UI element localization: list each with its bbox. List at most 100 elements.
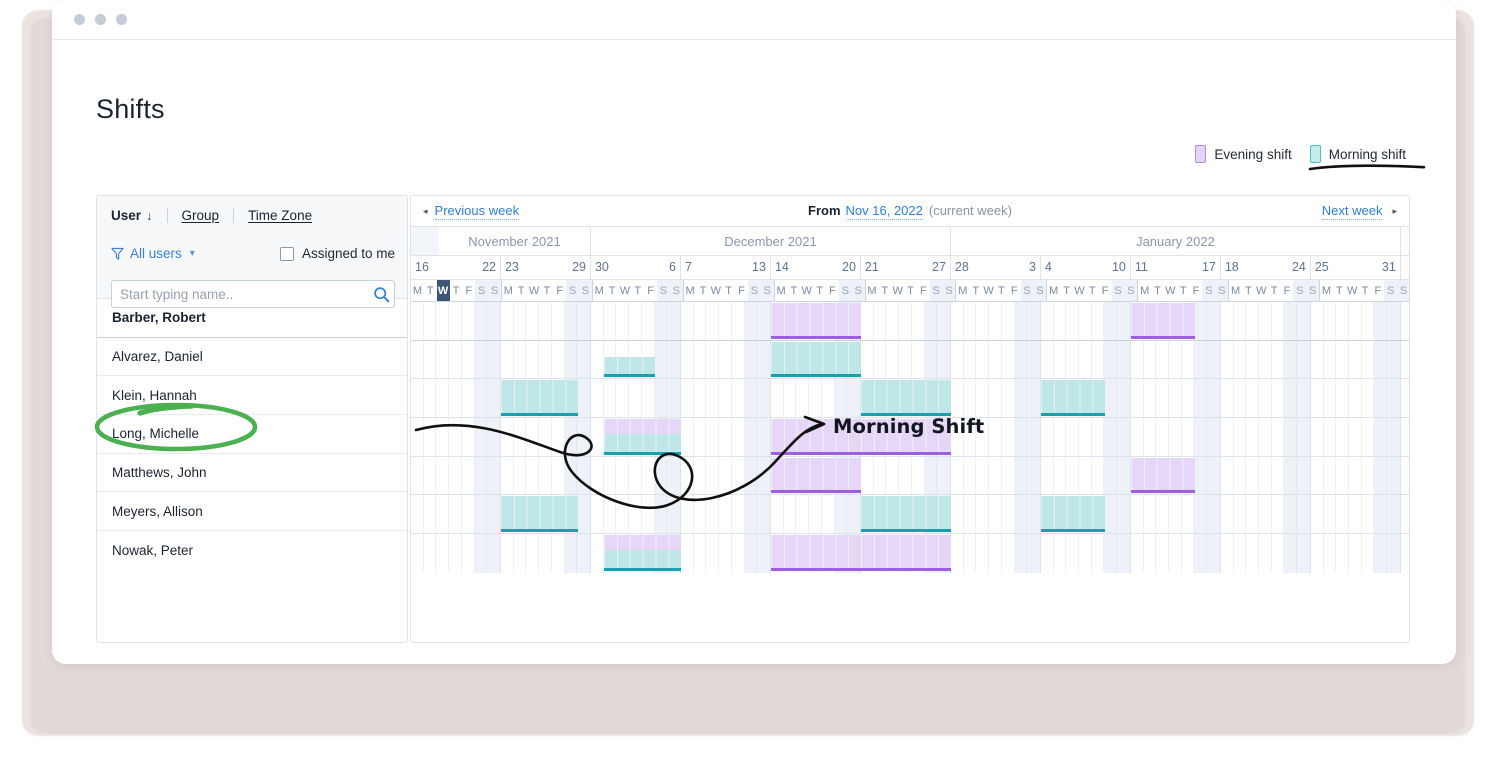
calendar-day-cell[interactable] bbox=[834, 495, 848, 534]
calendar-day-cell[interactable] bbox=[1156, 418, 1170, 456]
calendar-day-cell[interactable] bbox=[796, 495, 810, 534]
calendar-day-cell[interactable] bbox=[680, 495, 694, 534]
calendar-day-cell[interactable] bbox=[641, 379, 655, 418]
calendar-week-cell[interactable] bbox=[411, 418, 501, 456]
calendar-day-cell[interactable] bbox=[1297, 302, 1310, 340]
calendar-day-cell[interactable] bbox=[899, 302, 912, 340]
calendar-day-cell[interactable] bbox=[757, 340, 770, 379]
calendar-day-cell[interactable] bbox=[1156, 302, 1170, 340]
calendar-day-cell[interactable] bbox=[590, 495, 604, 534]
calendar-day-cell[interactable] bbox=[783, 379, 797, 418]
calendar-day-cell[interactable] bbox=[474, 534, 488, 573]
calendar-week-cell[interactable] bbox=[411, 456, 501, 495]
calendar-day-cell[interactable] bbox=[1259, 534, 1272, 573]
calendar-day-cell[interactable] bbox=[526, 495, 540, 534]
calendar-day-cell[interactable] bbox=[423, 418, 437, 456]
calendar-day-cell[interactable] bbox=[577, 534, 590, 573]
calendar-day-cell[interactable] bbox=[847, 534, 860, 573]
calendar-day-cell[interactable] bbox=[1284, 418, 1298, 456]
calendar-week-cell[interactable] bbox=[1040, 340, 1131, 379]
calendar-day-cell[interactable] bbox=[641, 456, 655, 495]
calendar-day-cell[interactable] bbox=[834, 534, 848, 573]
user-list-item[interactable]: Long, Michelle bbox=[97, 415, 407, 454]
calendar-day-cell[interactable] bbox=[1117, 340, 1130, 379]
calendar-day-cell[interactable] bbox=[821, 495, 835, 534]
calendar-day-cell[interactable] bbox=[1271, 340, 1285, 379]
calendar-day-cell[interactable] bbox=[886, 456, 900, 495]
calendar-day-cell[interactable] bbox=[1091, 495, 1105, 534]
calendar-week-cell[interactable] bbox=[1130, 302, 1221, 340]
calendar-day-cell[interactable] bbox=[937, 495, 950, 534]
calendar-day-cell[interactable] bbox=[411, 456, 424, 495]
calendar-day-cell[interactable] bbox=[847, 379, 860, 418]
calendar-day-cell[interactable] bbox=[1284, 495, 1298, 534]
calendar-day-cell[interactable] bbox=[1130, 456, 1144, 495]
calendar-day-cell[interactable] bbox=[1271, 418, 1285, 456]
calendar-day-cell[interactable] bbox=[937, 302, 950, 340]
calendar-day-cell[interactable] bbox=[731, 379, 745, 418]
calendar-day-cell[interactable] bbox=[1130, 534, 1144, 573]
calendar-day-cell[interactable] bbox=[1117, 379, 1130, 418]
calendar-week-cell[interactable] bbox=[770, 495, 861, 534]
calendar-day-cell[interactable] bbox=[551, 340, 565, 379]
calendar-day-cell[interactable] bbox=[1349, 495, 1362, 534]
calendar-day-cell[interactable] bbox=[500, 340, 514, 379]
calendar-day-cell[interactable] bbox=[783, 495, 797, 534]
calendar-day-cell[interactable] bbox=[577, 456, 590, 495]
calendar-day-cell[interactable] bbox=[1387, 418, 1400, 456]
calendar-day-cell[interactable] bbox=[924, 379, 938, 418]
calendar-day-cell[interactable] bbox=[526, 534, 540, 573]
calendar-day-cell[interactable] bbox=[1001, 534, 1015, 573]
calendar-day-cell[interactable] bbox=[513, 379, 527, 418]
calendar-day-cell[interactable] bbox=[770, 456, 784, 495]
calendar-day-cell[interactable] bbox=[449, 495, 462, 534]
calendar-day-cell[interactable] bbox=[976, 340, 990, 379]
calendar-day-cell[interactable] bbox=[706, 418, 720, 456]
next-arrow-icon[interactable]: ▸ bbox=[1392, 207, 1397, 216]
calendar-day-cell[interactable] bbox=[539, 379, 552, 418]
calendar-day-cell[interactable] bbox=[911, 456, 925, 495]
calendar-week-cell[interactable] bbox=[680, 456, 771, 495]
calendar-day-cell[interactable] bbox=[899, 495, 912, 534]
calendar-day-cell[interactable] bbox=[667, 302, 680, 340]
calendar-day-cell[interactable] bbox=[667, 534, 680, 573]
calendar-day-cell[interactable] bbox=[654, 456, 668, 495]
calendar-day-cell[interactable] bbox=[1207, 456, 1220, 495]
calendar-day-cell[interactable] bbox=[526, 302, 540, 340]
calendar-day-cell[interactable] bbox=[744, 495, 758, 534]
calendar-day-cell[interactable] bbox=[1104, 534, 1118, 573]
calendar-day-cell[interactable] bbox=[1130, 418, 1144, 456]
calendar-day-cell[interactable] bbox=[1143, 456, 1157, 495]
calendar-day-cell[interactable] bbox=[1259, 495, 1272, 534]
calendar-day-cell[interactable] bbox=[1117, 456, 1130, 495]
calendar-day-cell[interactable] bbox=[1027, 379, 1040, 418]
calendar-day-cell[interactable] bbox=[1310, 340, 1324, 379]
calendar-day-cell[interactable] bbox=[1066, 456, 1080, 495]
calendar-day-cell[interactable] bbox=[1194, 418, 1208, 456]
calendar-day-cell[interactable] bbox=[770, 495, 784, 534]
calendar-day-cell[interactable] bbox=[411, 340, 424, 379]
calendar-day-cell[interactable] bbox=[719, 302, 732, 340]
calendar-week-cell[interactable] bbox=[1220, 340, 1311, 379]
calendar-week-cell[interactable] bbox=[411, 534, 501, 573]
calendar-week-cell[interactable] bbox=[590, 418, 681, 456]
calendar-week-cell[interactable] bbox=[500, 302, 591, 340]
calendar-week-cell[interactable] bbox=[680, 418, 771, 456]
calendar-day-cell[interactable] bbox=[1361, 495, 1375, 534]
calendar-day-cell[interactable] bbox=[796, 534, 810, 573]
calendar-day-cell[interactable] bbox=[937, 340, 950, 379]
calendar-day-cell[interactable] bbox=[1104, 456, 1118, 495]
calendar-day-cell[interactable] bbox=[654, 302, 668, 340]
calendar-day-cell[interactable] bbox=[1323, 379, 1337, 418]
calendar-day-cell[interactable] bbox=[564, 418, 578, 456]
calendar-day-cell[interactable] bbox=[1027, 534, 1040, 573]
calendar-day-cell[interactable] bbox=[950, 456, 964, 495]
calendar-day-cell[interactable] bbox=[1387, 534, 1400, 573]
calendar-day-cell[interactable] bbox=[1349, 418, 1362, 456]
calendar-day-cell[interactable] bbox=[590, 418, 604, 456]
calendar-day-cell[interactable] bbox=[1040, 418, 1054, 456]
calendar-day-cell[interactable] bbox=[667, 340, 680, 379]
calendar-day-cell[interactable] bbox=[577, 418, 590, 456]
calendar-day-cell[interactable] bbox=[1220, 456, 1234, 495]
calendar-day-cell[interactable] bbox=[860, 495, 874, 534]
